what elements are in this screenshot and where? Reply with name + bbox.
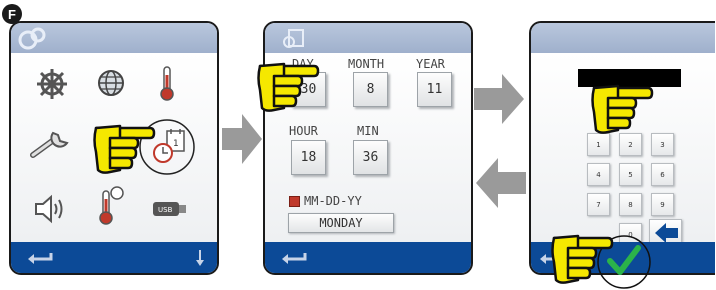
key-5[interactable]: 5 <box>619 163 642 186</box>
thermometer-sun-icon[interactable] <box>97 183 127 225</box>
arrow-down-icon[interactable] <box>193 248 207 268</box>
settings-gear-icon <box>18 27 46 50</box>
key-3[interactable]: 3 <box>651 133 674 156</box>
month-field[interactable]: 8 <box>353 72 388 107</box>
format-checkbox[interactable] <box>289 196 300 207</box>
usb-icon[interactable]: USB <box>151 199 189 219</box>
back-icon[interactable] <box>279 250 309 266</box>
key-4[interactable]: 4 <box>587 163 610 186</box>
thermometer-icon[interactable] <box>159 65 175 101</box>
helm-icon[interactable] <box>35 67 69 101</box>
top-bar <box>11 23 217 53</box>
top-bar <box>531 23 715 53</box>
key-6[interactable]: 6 <box>651 163 674 186</box>
globe-icon[interactable] <box>96 68 126 98</box>
speaker-icon[interactable] <box>33 193 69 225</box>
svg-text:1: 1 <box>173 139 179 149</box>
arrow-right-icon <box>222 114 262 164</box>
arrow-right-icon <box>474 74 524 124</box>
key-7[interactable]: 7 <box>587 193 610 216</box>
month-label: MONTH <box>348 57 385 71</box>
weekday-display[interactable]: MONDAY <box>288 213 394 233</box>
pointing-hand-icon <box>551 234 614 284</box>
back-icon[interactable] <box>25 250 55 266</box>
key-1[interactable]: 1 <box>587 133 610 156</box>
format-label: MM-DD-YY <box>304 194 362 208</box>
bottom-bar <box>11 242 217 273</box>
calendar-clock-icon <box>283 29 304 48</box>
min-field[interactable]: 36 <box>353 140 388 175</box>
year-label: YEAR <box>416 57 445 71</box>
pointing-hand-icon <box>591 84 654 134</box>
key-9[interactable]: 9 <box>651 193 674 216</box>
bottom-bar <box>265 242 471 273</box>
key-2[interactable]: 2 <box>619 133 642 156</box>
year-field[interactable]: 11 <box>417 72 452 107</box>
svg-text:USB: USB <box>158 206 173 214</box>
min-label: MIN <box>357 124 379 138</box>
hour-label: HOUR <box>289 124 318 138</box>
pointing-hand-icon <box>257 62 320 112</box>
key-8[interactable]: 8 <box>619 193 642 216</box>
arrow-left-icon <box>476 158 526 208</box>
top-bar <box>265 23 471 53</box>
pointing-hand-icon <box>93 124 156 174</box>
wrench-icon[interactable] <box>29 129 73 159</box>
hour-field[interactable]: 18 <box>291 140 326 175</box>
